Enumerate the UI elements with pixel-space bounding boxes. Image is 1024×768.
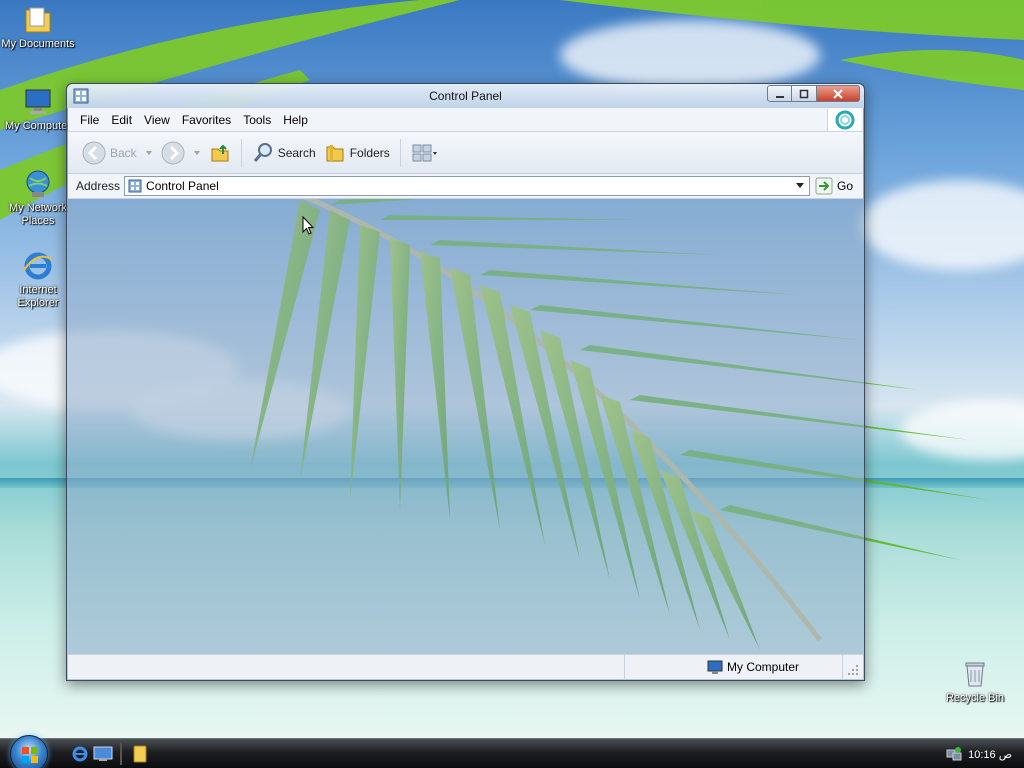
address-dropdown-button[interactable] <box>793 178 807 194</box>
window-title: Control Panel <box>429 89 502 103</box>
control-panel-window: Control Panel File Edit View Favorites T… <box>66 83 865 681</box>
search-icon <box>253 142 272 162</box>
back-arrow-icon <box>82 141 106 164</box>
maximize-icon <box>799 89 809 98</box>
system-tray: 10:16 ص <box>934 739 1024 768</box>
zone-label: My Computer <box>727 660 800 674</box>
taskbar-button-control-panel[interactable] <box>130 745 150 763</box>
recycle-bin-icon <box>959 658 991 690</box>
taskbar-divider <box>120 743 122 765</box>
clock[interactable]: 10:16 ص <box>968 748 1012 761</box>
chevron-down-icon <box>796 183 805 188</box>
up-folder-button[interactable] <box>205 138 235 168</box>
globe-network-icon <box>22 168 54 200</box>
network-status-icon[interactable] <box>946 746 962 762</box>
go-button[interactable]: Go <box>815 177 853 195</box>
menu-help[interactable]: Help <box>277 109 314 131</box>
taskbar: 10:16 ص <box>0 735 1024 768</box>
address-field[interactable]: Control Panel <box>124 176 811 196</box>
my-computer-icon <box>707 660 723 674</box>
desktop-icon-label: My Computer <box>4 120 72 132</box>
show-desktop-icon <box>93 746 113 761</box>
toolbar-separator <box>240 138 242 167</box>
mouse-cursor-icon <box>302 216 314 235</box>
quicklaunch-show-desktop[interactable] <box>93 745 113 763</box>
address-label: Address <box>76 179 121 193</box>
desktop-icon-recycle-bin[interactable]: Recycle Bin <box>940 658 1010 705</box>
desktop-icon-label: Recycle Bin <box>945 692 1005 704</box>
folders-icon <box>326 144 344 161</box>
control-panel-icon <box>128 179 142 193</box>
menu-favorites[interactable]: Favorites <box>176 109 237 131</box>
internet-explorer-icon <box>72 746 88 762</box>
folders-label: Folders <box>349 145 390 160</box>
back-label: Back <box>110 145 137 160</box>
resize-grip[interactable] <box>843 655 861 679</box>
menu-file[interactable]: File <box>74 109 105 131</box>
go-label: Go <box>837 179 854 193</box>
chevron-down-icon <box>145 150 152 155</box>
address-value: Control Panel <box>146 179 219 193</box>
windows-logo-icon <box>22 747 38 763</box>
desktop-icon-my-documents[interactable]: My Documents <box>0 4 78 51</box>
chevron-down-icon <box>193 150 200 155</box>
windows-throbber-icon <box>827 109 861 131</box>
start-button[interactable] <box>10 735 48 768</box>
close-button[interactable] <box>817 85 860 102</box>
menu-edit[interactable]: Edit <box>105 109 138 131</box>
minimize-button[interactable] <box>767 85 792 102</box>
status-pane-text <box>68 655 625 679</box>
address-bar: Address Control Panel Go <box>68 174 863 199</box>
search-label: Search <box>277 145 316 160</box>
resize-grip-icon <box>848 665 858 675</box>
close-icon <box>833 88 843 99</box>
menu-tools[interactable]: Tools <box>237 109 277 131</box>
folder-icon <box>22 4 54 36</box>
menu-view[interactable]: View <box>138 109 176 131</box>
maximize-button[interactable] <box>792 85 817 102</box>
search-button[interactable]: Search <box>248 138 320 168</box>
forward-arrow-icon <box>161 141 185 164</box>
folders-button[interactable]: Folders <box>320 138 394 168</box>
views-icon <box>412 144 437 161</box>
up-folder-icon <box>211 144 229 161</box>
back-button[interactable]: Back <box>78 138 141 168</box>
desktop-icon-label: Internet Explorer <box>17 284 59 309</box>
forward-history-dropdown[interactable] <box>189 138 205 168</box>
go-arrow-icon <box>815 177 833 195</box>
content-pane[interactable] <box>68 199 863 654</box>
window-controls <box>767 85 860 103</box>
computer-icon <box>22 86 54 118</box>
internet-explorer-icon <box>22 250 54 282</box>
quicklaunch-internet-explorer[interactable] <box>70 745 90 763</box>
title-bar[interactable]: Control Panel <box>67 84 864 108</box>
minimize-icon <box>775 95 784 98</box>
menu-bar: File Edit View Favorites Tools Help <box>68 108 863 132</box>
desktop-icon-label: My Network Places <box>8 202 68 227</box>
back-history-dropdown[interactable] <box>141 138 157 168</box>
desktop-icon-label: My Documents <box>1 38 75 50</box>
status-bar: My Computer <box>68 654 863 679</box>
views-button[interactable] <box>407 138 441 168</box>
toolbar-separator <box>399 138 401 167</box>
folder-icon <box>133 745 147 763</box>
standard-toolbar: Back Search Folders <box>68 132 863 174</box>
forward-button[interactable] <box>157 138 189 168</box>
status-pane-zone: My Computer <box>625 655 843 679</box>
